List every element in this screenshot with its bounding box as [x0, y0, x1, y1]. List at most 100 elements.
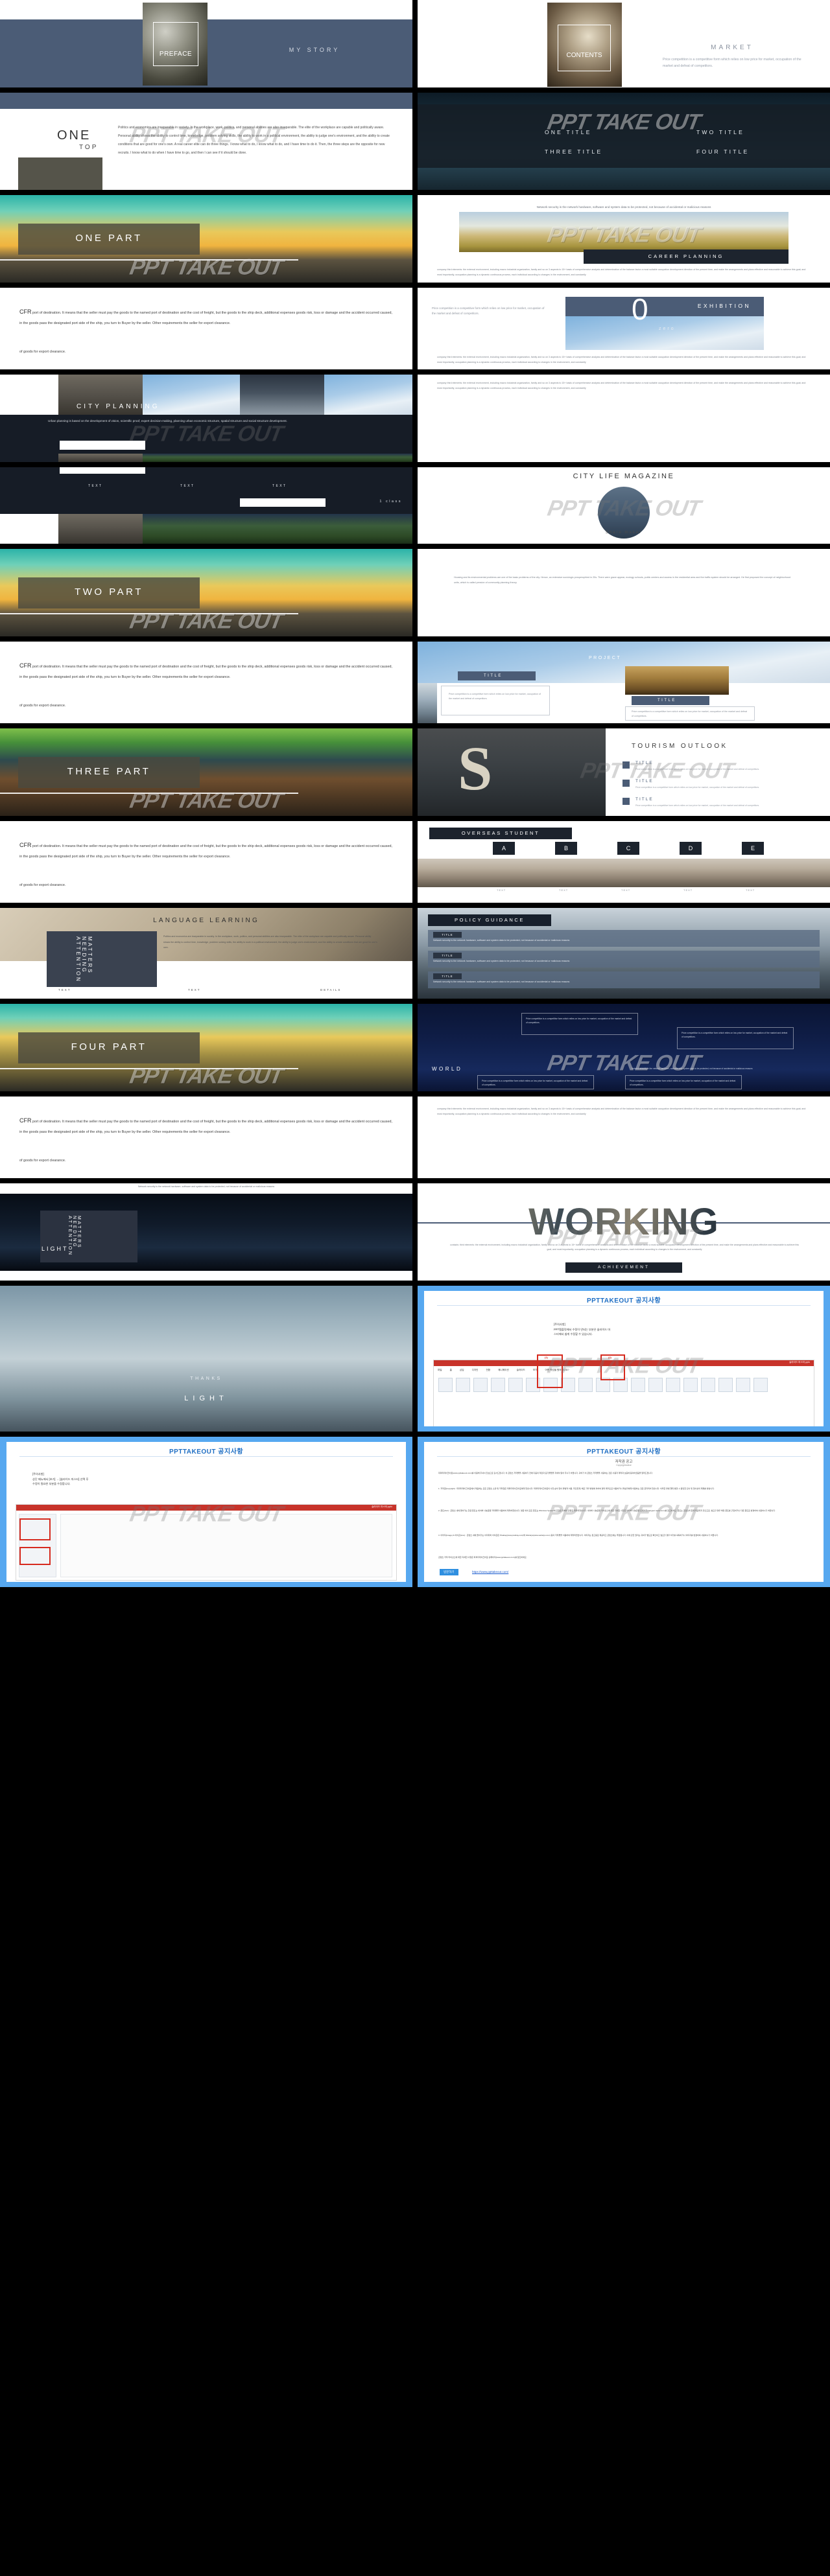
notice-a-note: [주의사항] PPT템플릿에서 수정이 안되는 부분은 슬라이드 마 스터에서 …	[554, 1322, 735, 1337]
world-card-1: Price competition is a competitive form …	[477, 1075, 594, 1089]
ribbon-icon-grayscale[interactable]	[666, 1378, 680, 1392]
policy-row-2[interactable]: TITLE Network security is the network ha…	[428, 951, 820, 968]
ribbon-icon-macro[interactable]	[753, 1378, 768, 1392]
exhibition-image	[565, 316, 764, 350]
slide-working[interactable]: WORKING contacts: third elements: the ex…	[418, 1183, 830, 1281]
overseas-letter-c[interactable]: C	[617, 842, 639, 855]
language-dark-panel	[47, 931, 157, 987]
notice-b-canvas[interactable]	[60, 1514, 392, 1577]
ribbon-icon-reading[interactable]	[508, 1378, 523, 1392]
exhibition-lead: Price competition is a competitive form …	[432, 307, 545, 316]
slide-tourism-outlook[interactable]: S TOURISM OUTLOOK TITLE Price competitio…	[418, 728, 830, 816]
notice-c-inner: PPTTAKEOUT 공지사항 저작권 공고 Copyrightnotice 피…	[424, 1442, 824, 1582]
slide-cfr-three[interactable]: CFR port of destination. It means that t…	[0, 821, 412, 903]
slide-three-part[interactable]: THREE PART PPT TAKE OUT	[0, 728, 412, 816]
slide-city-planning-lower[interactable]: TEXT TEXT TEXT 1 class	[0, 467, 412, 544]
overseas-letter-a[interactable]: A	[493, 842, 515, 855]
notice-c-p1: 1. 저작권(copyright) : 피피티테이크아웃에서 제공하는 모든 콘…	[438, 1487, 715, 1490]
slide-exhibition[interactable]: Price competition is a competitive form …	[418, 288, 830, 369]
ribbon-icon-switch-window[interactable]	[736, 1378, 750, 1392]
overseas-text-2: TEXT	[559, 888, 569, 892]
notice-c-heading: 저작권 공고	[615, 1460, 633, 1464]
slide-notice-copyright[interactable]: PPTTAKEOUT 공지사항 저작권 공고 Copyrightnotice 피…	[418, 1437, 830, 1587]
slide-cfr-four[interactable]: CFR port of destination. It means that t…	[0, 1097, 412, 1178]
slide-policy-guidance[interactable]: POLICY GUIDANCE TITLE Network security i…	[418, 908, 830, 999]
slide-contents[interactable]: CONTENTS MARKET Price competition is a c…	[418, 0, 830, 87]
slide-language-learning[interactable]: LANGUAGE LEARNING MATTERS NEEDING ATTENT…	[0, 908, 412, 999]
slide-city-life-magazine[interactable]: CITY LIFE MAGAZINE Share maker PPT TAKE …	[418, 467, 830, 544]
tourism-desc-2: Price competition is a competitive form …	[635, 786, 760, 789]
slide-notice-a[interactable]: PPTTAKEOUT 공지사항 [주의사항] PPT템플릿에서 수정이 안되는 …	[418, 1286, 830, 1432]
tab-home[interactable]: 홈	[450, 1369, 452, 1372]
slide-cfr-one[interactable]: CFR port of destination. It means that t…	[0, 288, 412, 369]
toc-item-3[interactable]: THREE TITLE	[545, 148, 602, 155]
tab-insert[interactable]: 삽입	[460, 1369, 464, 1372]
ribbon-icon-normal[interactable]	[438, 1378, 453, 1392]
slide-world-continued[interactable]: company third elements: the external env…	[418, 1097, 830, 1178]
world-note: Network security is the network hardware…	[632, 1067, 753, 1070]
ribbon-icon-notes-master[interactable]	[561, 1378, 575, 1392]
notice-c-link[interactable]: https://www.ppttakeout.com/	[472, 1570, 508, 1573]
ribbon-icon-notes[interactable]	[491, 1378, 505, 1392]
slide-project[interactable]: PROJECT TITLE Price competition is a com…	[418, 642, 830, 723]
thanks-light-label: LIGHT	[184, 1395, 228, 1402]
overseas-image	[418, 859, 830, 887]
tab-design[interactable]: 디자인	[472, 1369, 479, 1372]
policy-row-1[interactable]: TITLE Network security is the network ha…	[428, 930, 820, 947]
slide-exhibition-continued[interactable]: company third elements: the external env…	[418, 375, 830, 462]
slide-overseas-student[interactable]: OVERSEAS STUDENT A B C D E TEXT TEXT TEX…	[418, 821, 830, 903]
slide-grid: PREFACE MY STORY CONTENTS MARKET Price c…	[0, 0, 830, 1587]
ribbon-icon-outline[interactable]	[456, 1378, 470, 1392]
slide-one-part[interactable]: ONE PART PPT TAKE OUT	[0, 195, 412, 283]
cfr-lead-3: CFR	[19, 842, 32, 848]
slide-city-planning[interactable]: CITY PLANNING Urban planning is based on…	[0, 375, 412, 462]
ribbon-icon-new-window[interactable]	[683, 1378, 698, 1392]
contents-label: CONTENTS	[566, 52, 602, 59]
ribbon-icon-fit-window[interactable]	[631, 1378, 645, 1392]
slide-thanks[interactable]: THANKS LIGHT	[0, 1286, 412, 1432]
tab-slideshow[interactable]: 슬라이드	[517, 1369, 525, 1372]
tourism-letter: S	[458, 734, 493, 803]
ribbon-icon-gridlines[interactable]	[578, 1378, 593, 1392]
cfr-line4-3: of goods for export clearance.	[19, 883, 66, 887]
toc-item-4[interactable]: FOUR TITLE	[696, 148, 749, 155]
slide-cfr-two[interactable]: CFR port of destination. It means that t…	[0, 642, 412, 723]
thanks-image	[0, 1286, 412, 1432]
slide-notice-b[interactable]: PPTTAKEOUT 공지사항 [주의사항] 상단 메뉴에서 [보기] → [슬…	[0, 1437, 412, 1587]
toc-item-2[interactable]: TWO TITLE	[696, 129, 744, 135]
tab-file[interactable]: 파일	[438, 1369, 442, 1372]
tourism-item-2[interactable]: TITLE Price competition is a competitive…	[622, 778, 817, 793]
overseas-letter-d[interactable]: D	[680, 842, 702, 855]
slide-attention-light[interactable]: Network security is the network hardware…	[0, 1183, 412, 1281]
ribbon-icon-cascade[interactable]	[718, 1378, 733, 1392]
magazine-share: Share maker	[605, 531, 643, 535]
project-side-image	[418, 683, 437, 723]
tab-transition[interactable]: 전환	[486, 1369, 490, 1372]
slide-magazine-body[interactable]: Housing and its environmental problems a…	[418, 549, 830, 636]
slide-career-planning[interactable]: Network security is the network hardware…	[418, 195, 830, 283]
slide-toc[interactable]: ONE TITLE TWO TITLE THREE TITLE FOUR TIT…	[418, 93, 830, 190]
contents-frame	[558, 25, 611, 71]
policy-row-3[interactable]: TITLE Network security is the network ha…	[428, 971, 820, 988]
slide-world[interactable]: Price competition is a competitive form …	[418, 1004, 830, 1091]
slide-preface[interactable]: PREFACE MY STORY	[0, 0, 412, 87]
overseas-letter-b[interactable]: B	[555, 842, 577, 855]
ribbon-icon-color[interactable]	[648, 1378, 663, 1392]
slide-one-top[interactable]: ONE TOP Politics and economics are insep…	[0, 93, 412, 190]
slide-two-part[interactable]: TWO PART PPT TAKE OUT	[0, 549, 412, 636]
ribbon-icon-sorter[interactable]	[473, 1378, 488, 1392]
toc-item-1[interactable]: ONE TITLE	[545, 129, 592, 135]
ribbon-icon-arrange-all[interactable]	[701, 1378, 715, 1392]
one-part-rule	[0, 259, 298, 261]
cfr-body-3: port of destination. It means that the s…	[19, 844, 392, 859]
tab-animation[interactable]: 애니메이션	[498, 1369, 509, 1372]
slide-four-part[interactable]: FOUR PART PPT TAKE OUT	[0, 1004, 412, 1091]
career-lead: Network security is the network hardware…	[536, 205, 711, 209]
tourism-item-3[interactable]: TITLE Price competition is a competitive…	[622, 796, 817, 811]
career-body: company third elements: the external env…	[437, 268, 806, 276]
overseas-letter-e[interactable]: E	[742, 842, 764, 855]
notice-c-visit-button[interactable]: 방문하기	[440, 1569, 458, 1575]
policy-title: POLICY GUIDANCE	[454, 917, 525, 923]
one-top-image-box	[18, 157, 102, 190]
tourism-item-1[interactable]: TITLE Price competition is a competitive…	[622, 760, 817, 775]
